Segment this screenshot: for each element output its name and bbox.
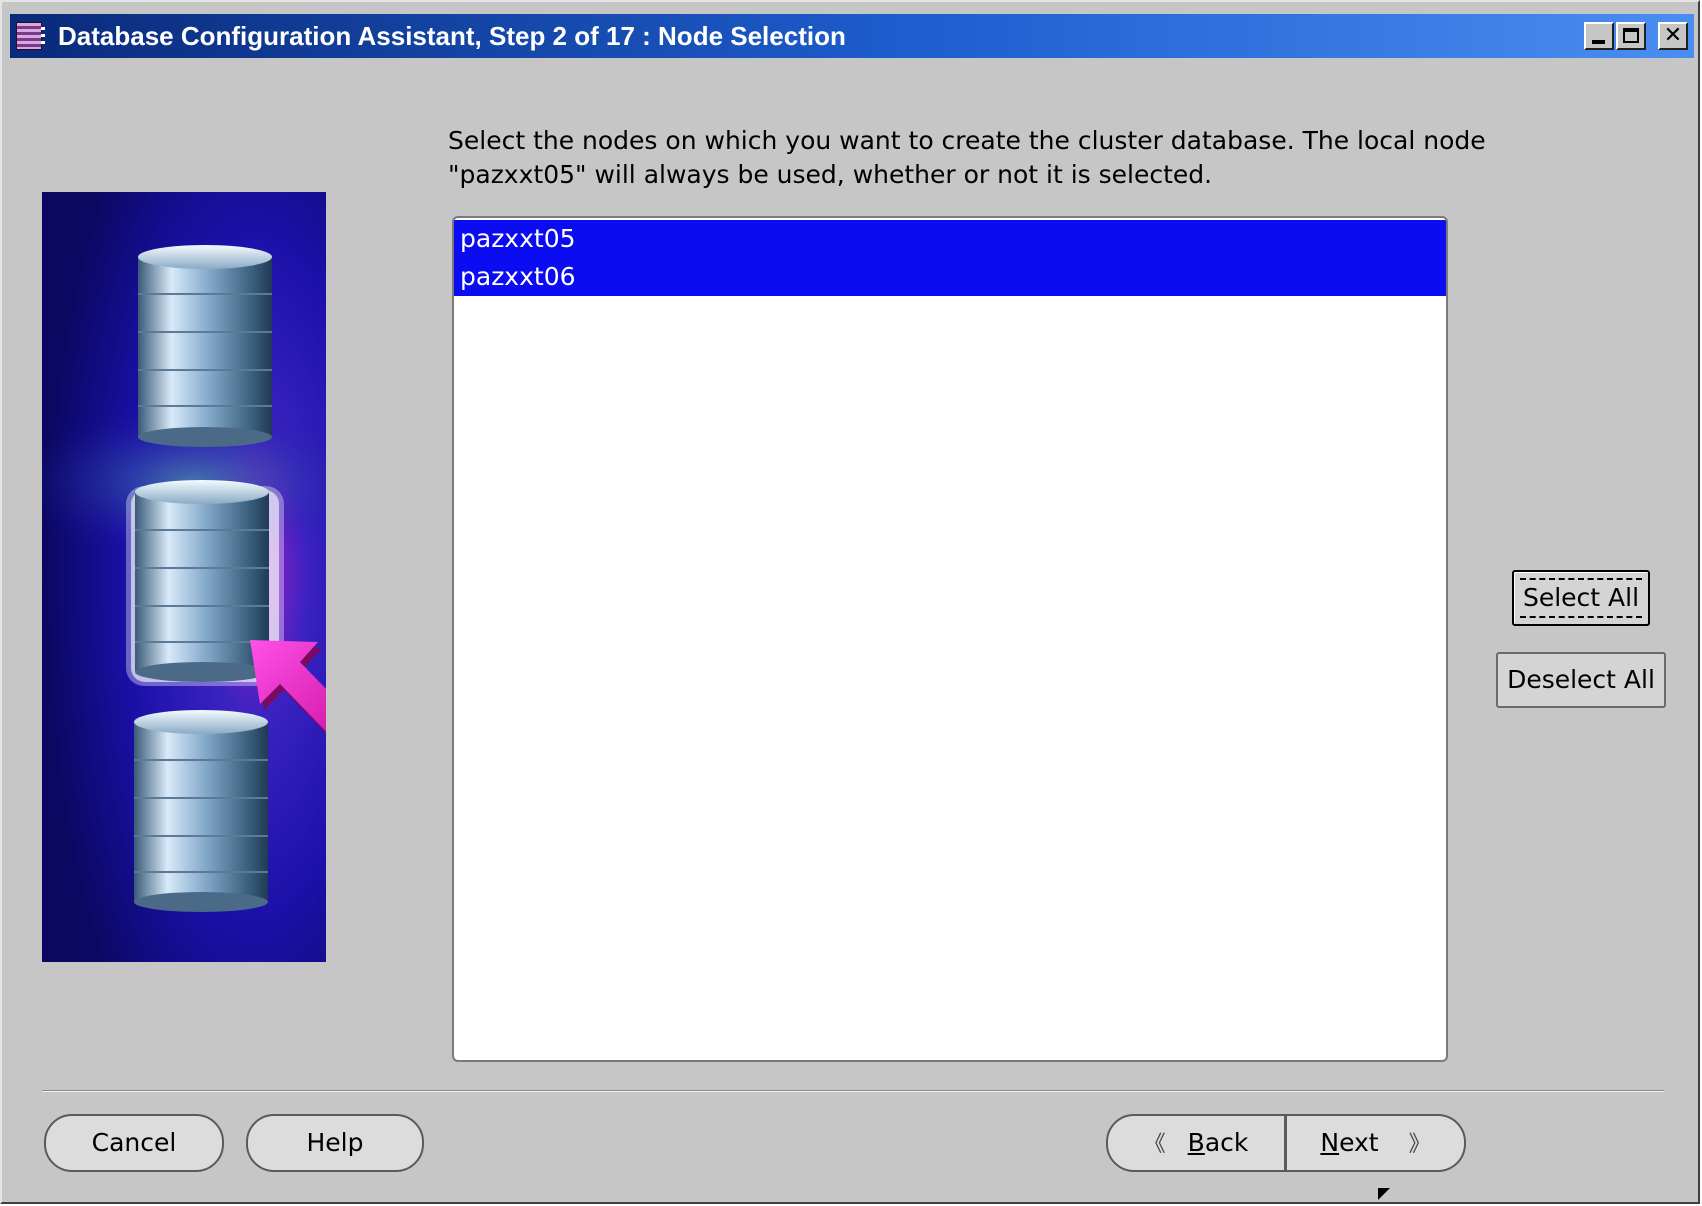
next-button[interactable]: Next 》 (1286, 1114, 1466, 1172)
back-arrow-icon: 《 (1143, 1132, 1166, 1157)
help-label: Help (306, 1128, 364, 1157)
cancel-label: Cancel (91, 1128, 177, 1157)
next-arrow-icon: 》 (1408, 1132, 1431, 1157)
next-label: ext (1339, 1128, 1379, 1157)
footer-divider (42, 1090, 1664, 1092)
list-item-node[interactable]: pazxxt05 (454, 220, 1446, 258)
maximize-button[interactable] (1616, 22, 1646, 50)
select-all-button[interactable]: Select All (1512, 570, 1650, 626)
close-button[interactable]: ✕ (1658, 22, 1688, 50)
deselect-all-label: Deselect All (1507, 665, 1655, 694)
close-icon: ✕ (1663, 23, 1683, 48)
maximize-icon (1623, 28, 1639, 43)
next-mnemonic: N (1320, 1128, 1340, 1157)
deselect-all-button[interactable]: Deselect All (1496, 652, 1666, 708)
database-cylinder-top (138, 245, 272, 447)
list-item-node[interactable]: pazxxt06 (454, 258, 1446, 296)
app-icon (16, 22, 45, 50)
minimize-button[interactable] (1584, 22, 1614, 50)
back-label: ack (1204, 1128, 1249, 1157)
back-mnemonic: B (1187, 1128, 1205, 1157)
dbca-window: Database Configuration Assistant, Step 2… (0, 0, 1700, 1204)
database-cluster-icon (42, 192, 326, 962)
instruction-line-2: "pazxxt05" will always be used, whether … (448, 160, 1213, 189)
instruction-line-1: Select the nodes on which you want to cr… (448, 126, 1486, 155)
instruction-text: Select the nodes on which you want to cr… (448, 124, 1568, 192)
node-list[interactable]: pazxxt05 pazxxt06 (452, 216, 1448, 1062)
cancel-button[interactable]: Cancel (44, 1114, 224, 1172)
back-button[interactable]: 《 Back (1106, 1114, 1286, 1172)
database-cylinder-bottom (134, 710, 268, 912)
minimize-icon (1592, 40, 1605, 44)
help-button[interactable]: Help (246, 1114, 424, 1172)
mouse-cursor-icon (1378, 1188, 1390, 1200)
title-bar[interactable]: Database Configuration Assistant, Step 2… (10, 14, 1694, 58)
window-title: Database Configuration Assistant, Step 2… (58, 21, 846, 51)
focus-ring (1520, 578, 1642, 618)
database-cluster-illustration (42, 192, 326, 962)
